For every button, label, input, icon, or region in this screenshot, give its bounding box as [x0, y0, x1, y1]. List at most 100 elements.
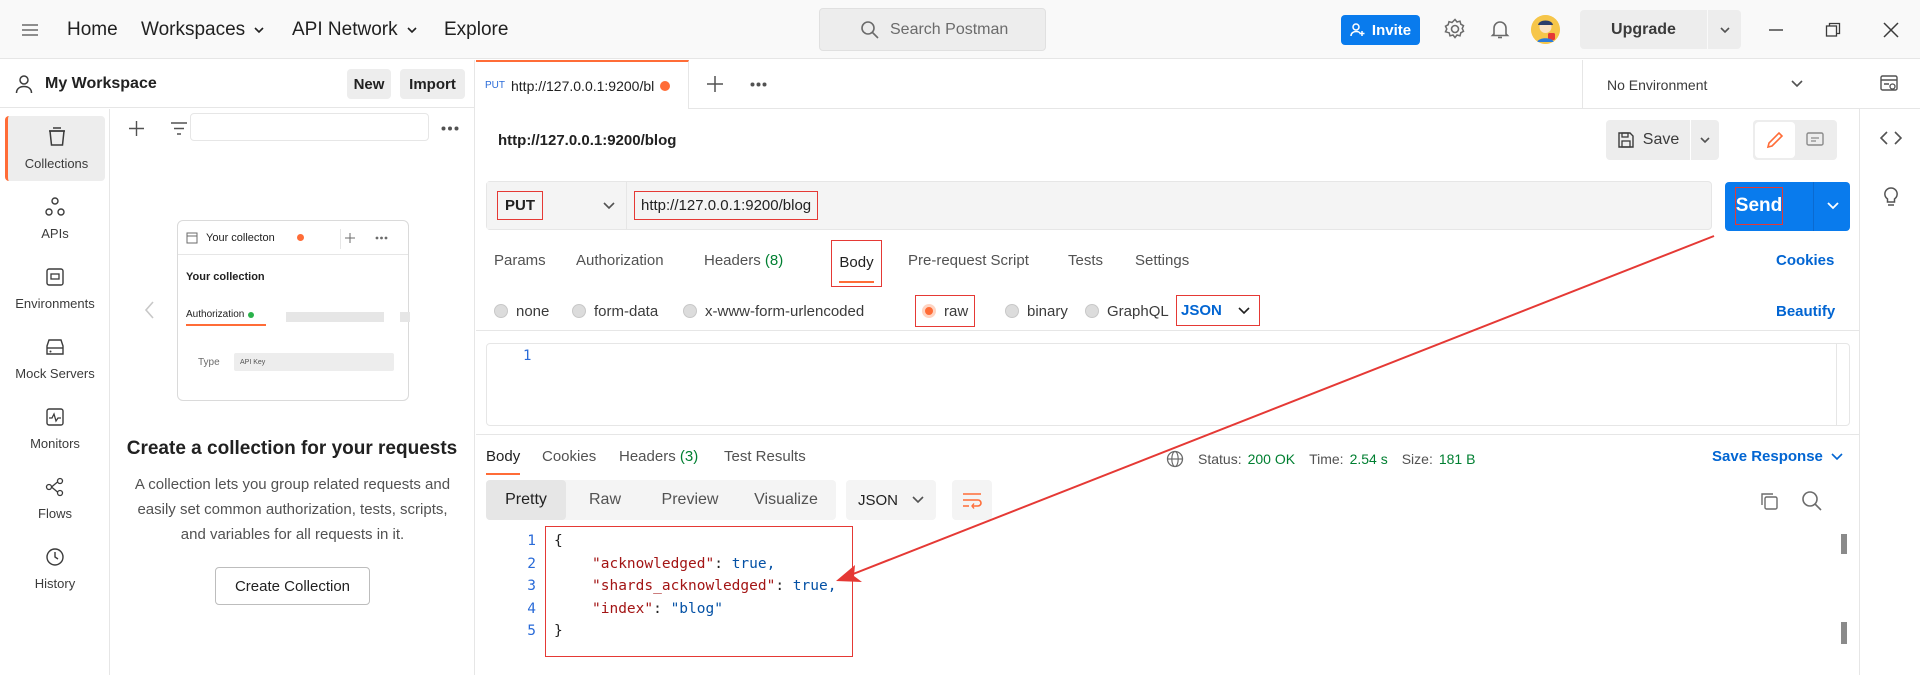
new-button[interactable]: New [347, 69, 391, 99]
nav-workspaces[interactable]: Workspaces [141, 19, 265, 41]
bell-icon[interactable] [1488, 17, 1512, 41]
chevron-down-icon[interactable] [1826, 201, 1840, 211]
more-icon[interactable] [750, 82, 767, 87]
tab-authorization[interactable]: Authorization [576, 252, 664, 269]
sidebar-item-environments[interactable]: Environments [5, 256, 105, 321]
scrollbar-thumb[interactable] [1841, 622, 1847, 644]
search-icon[interactable] [1801, 490, 1823, 512]
method-value: PUT [497, 191, 543, 220]
save-label: Save [1642, 131, 1680, 148]
status-label: Status: [1198, 451, 1242, 467]
tab-headers-label: Headers [704, 252, 761, 269]
create-collection-button[interactable]: Create Collection [215, 567, 370, 605]
view-toggle [1753, 120, 1837, 160]
collection-search-input[interactable] [190, 113, 429, 141]
collections-icon [48, 127, 65, 146]
radio-form-data[interactable]: form-data [572, 296, 658, 326]
view-visualize[interactable]: Visualize [736, 480, 836, 520]
tab-response-body[interactable]: Body [486, 448, 521, 475]
avatar[interactable] [1531, 15, 1560, 44]
top-bar: Home Workspaces API Network Explore Sear… [0, 0, 1920, 59]
sidebar-item-apis[interactable]: APIs [5, 186, 105, 251]
save-response-button[interactable]: Save Response [1712, 448, 1843, 465]
view-pretty[interactable]: Pretty [486, 480, 566, 520]
close-icon[interactable] [1881, 20, 1901, 40]
environment-select[interactable]: No Environment [1582, 60, 1820, 109]
flows-icon [45, 477, 64, 497]
code-icon[interactable] [1880, 130, 1902, 146]
view-preview[interactable]: Preview [644, 480, 736, 520]
tab-body[interactable]: Body [831, 240, 882, 287]
tab-settings[interactable]: Settings [1135, 252, 1189, 269]
tab-pre-request-script[interactable]: Pre-request Script [908, 252, 1029, 269]
tab-response-cookies[interactable]: Cookies [542, 448, 596, 465]
menu-icon[interactable] [20, 20, 40, 40]
nav-explore[interactable]: Explore [444, 19, 508, 41]
minimize-icon[interactable] [1766, 20, 1786, 40]
right-sidebar [1859, 109, 1920, 675]
response-format-select[interactable]: JSON [846, 480, 936, 520]
line-number: 2 [527, 556, 536, 572]
upgrade-button[interactable]: Upgrade [1580, 10, 1707, 49]
cookies-link[interactable]: Cookies [1776, 252, 1834, 269]
chevron-down-icon [603, 202, 615, 210]
request-body-editor[interactable]: 1 [486, 343, 1850, 426]
wrap-lines-button[interactable] [952, 480, 992, 520]
line-number: 1 [523, 348, 532, 364]
tab-params[interactable]: Params [494, 252, 546, 269]
lightbulb-icon[interactable] [1881, 186, 1901, 208]
unsaved-dot [296, 234, 304, 241]
radio-graphql[interactable]: GraphQL [1085, 296, 1169, 326]
sidebar-item-label: Collections [24, 156, 89, 171]
send-button[interactable]: Send [1725, 182, 1850, 231]
tab-request[interactable]: PUT http://127.0.0.1:9200/bl [476, 60, 689, 109]
save-button[interactable]: Save [1606, 120, 1690, 160]
sidebar-item-label: Flows [38, 506, 72, 521]
search-input[interactable]: Search Postman [819, 8, 1046, 51]
tab-test-results[interactable]: Test Results [724, 448, 806, 465]
plus-icon[interactable] [128, 120, 145, 137]
time-label: Time: [1309, 451, 1344, 467]
sidebar-item-history[interactable]: History [5, 536, 105, 601]
sidebar-item-label: Monitors [30, 436, 80, 451]
settings-icon[interactable] [1443, 17, 1467, 41]
more-icon[interactable] [441, 126, 459, 131]
method-select[interactable]: PUT [487, 182, 627, 229]
tab-body-label: Body [839, 254, 874, 283]
save-dropdown[interactable] [1691, 120, 1719, 160]
edit-toggle[interactable] [1755, 122, 1795, 158]
body-format-select[interactable]: JSON [1176, 295, 1260, 326]
invite-button[interactable]: Invite [1341, 15, 1420, 45]
radio-raw[interactable]: raw [915, 295, 976, 327]
size-label: Size: [1401, 451, 1433, 467]
tab-tests[interactable]: Tests [1068, 252, 1103, 269]
environment-quick-look-icon[interactable] [1879, 74, 1899, 94]
sidebar-item-collections[interactable]: Collections [5, 116, 105, 181]
size-value: 181 B [1438, 451, 1476, 467]
sidebar-item-flows[interactable]: Flows [5, 466, 105, 531]
radio-binary[interactable]: binary [1005, 296, 1068, 326]
beautify-link[interactable]: Beautify [1776, 296, 1835, 326]
filter-icon[interactable] [170, 121, 188, 136]
comments-icon[interactable] [1805, 131, 1825, 149]
search-placeholder: Search Postman [890, 20, 1009, 38]
nav-api-network[interactable]: API Network [292, 19, 418, 41]
nav-home[interactable]: Home [67, 19, 118, 41]
copy-icon[interactable] [1759, 491, 1779, 511]
sidebar-item-mock-servers[interactable]: Mock Servers [5, 326, 105, 391]
radio-none[interactable]: none [494, 296, 549, 326]
view-raw[interactable]: Raw [566, 480, 644, 520]
new-tab-icon[interactable] [706, 75, 724, 93]
radio-x-www-form-urlencoded[interactable]: x-www-form-urlencoded [683, 296, 864, 326]
history-icon [46, 548, 64, 566]
wrap-lines-icon [963, 493, 982, 509]
scrollbar-thumb[interactable] [1841, 534, 1847, 554]
upgrade-dropdown[interactable] [1708, 10, 1741, 49]
import-button[interactable]: Import [400, 69, 465, 99]
tab-response-headers[interactable]: Headers (3) [619, 448, 698, 465]
globe-icon[interactable] [1166, 450, 1184, 468]
url-input[interactable]: http://127.0.0.1:9200/blog [634, 191, 819, 220]
restore-icon[interactable] [1823, 20, 1843, 40]
sidebar-item-monitors[interactable]: Monitors [5, 396, 105, 461]
tab-headers[interactable]: Headers (8) [704, 252, 783, 269]
